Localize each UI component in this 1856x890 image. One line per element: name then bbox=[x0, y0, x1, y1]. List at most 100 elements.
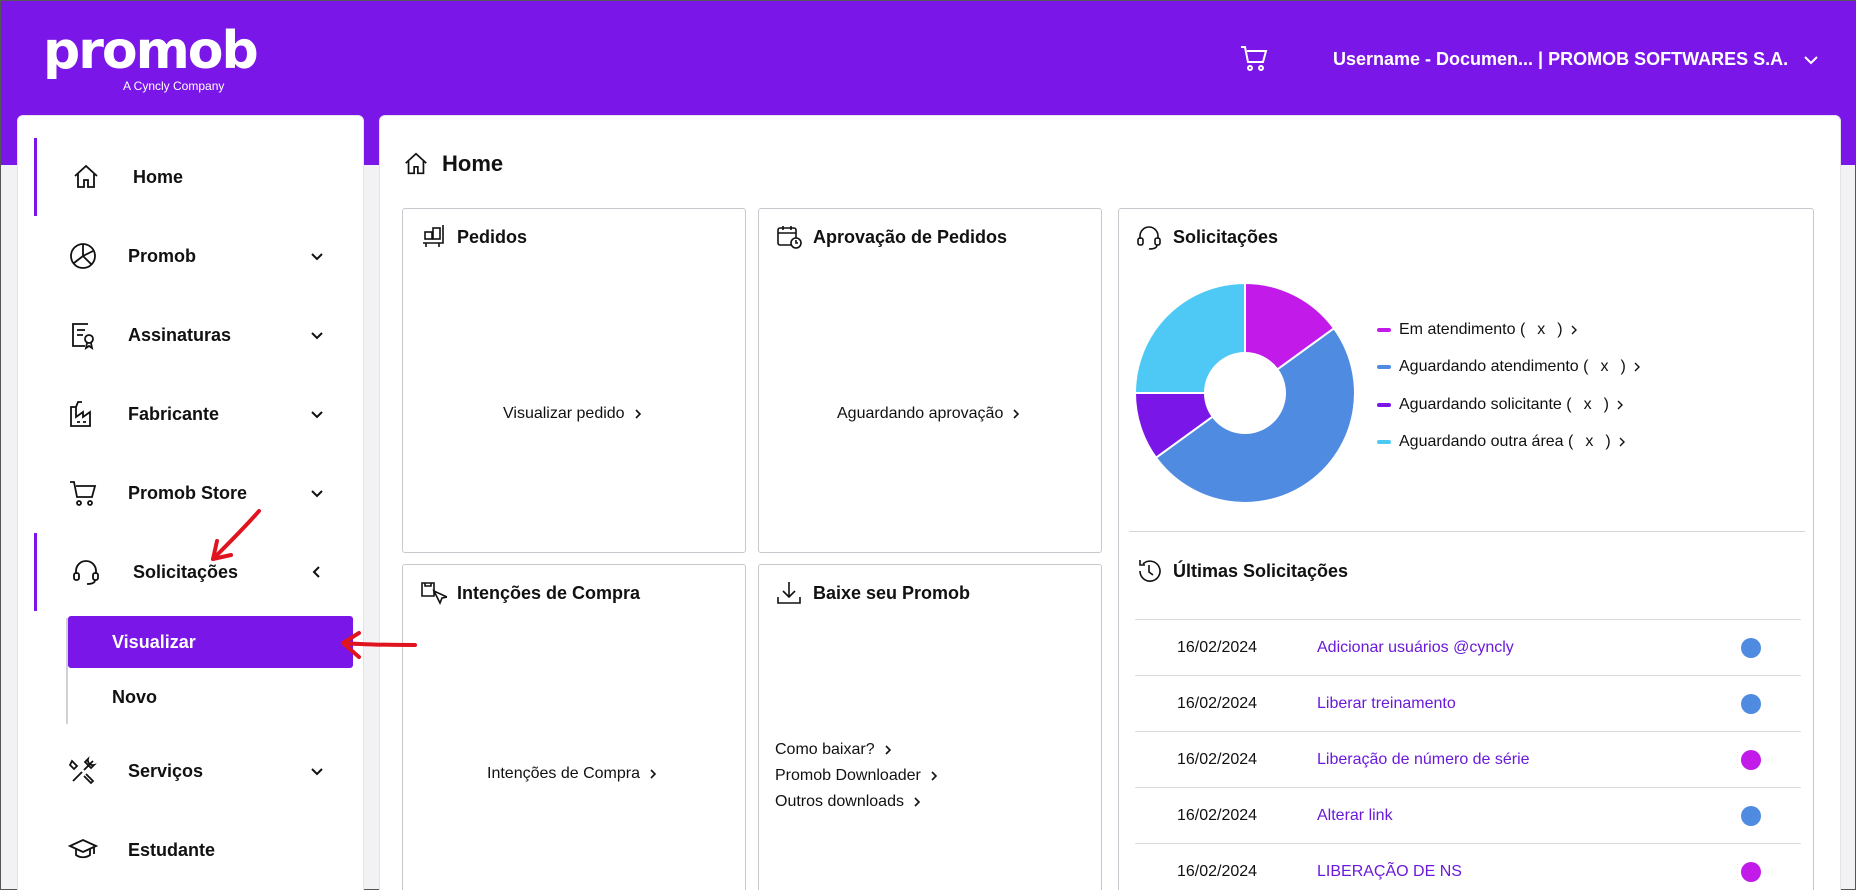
legend-close-paren: ) bbox=[1557, 321, 1563, 338]
table-row[interactable]: 16/02/2024 Adicionar usuários @cyncly bbox=[1135, 619, 1801, 675]
table-row[interactable]: 16/02/2024 Alterar link bbox=[1135, 787, 1801, 843]
legend-label: Em atendimento ( bbox=[1399, 321, 1526, 338]
legend-swatch bbox=[1377, 403, 1391, 407]
chevron-down-icon bbox=[1804, 55, 1818, 64]
headset-icon bbox=[73, 560, 99, 585]
row-title-link[interactable]: Alterar link bbox=[1317, 807, 1393, 825]
legend-label: Aguardando outra área ( bbox=[1399, 433, 1574, 450]
chevron-down-icon bbox=[311, 490, 323, 498]
sidebar-item-promob-store[interactable]: Promob Store bbox=[34, 454, 349, 532]
sidebar: Home Promob Assinaturas Fabricante Promo… bbox=[17, 115, 364, 890]
chevron-right-icon bbox=[1619, 437, 1625, 447]
card-title: Aprovação de Pedidos bbox=[813, 226, 1008, 247]
download-icon bbox=[777, 582, 801, 604]
sidebar-item-label: Fabricante bbox=[128, 403, 220, 424]
legend-em-atendimento[interactable]: Em atendimento ( x ) bbox=[1377, 321, 1579, 339]
legend-swatch bbox=[1377, 440, 1391, 444]
link-label: Como baixar? bbox=[775, 741, 875, 758]
status-dot bbox=[1741, 693, 1761, 714]
main-panel: Home Pedidos Visualizar pedido Aprovação… bbox=[379, 115, 1841, 890]
legend-count: x bbox=[1585, 433, 1594, 450]
sidebar-item-assinaturas[interactable]: Assinaturas bbox=[34, 296, 349, 374]
card-header: Aprovação de Pedidos bbox=[775, 223, 1007, 251]
card-header: Baixe seu Promob bbox=[775, 579, 970, 607]
row-title-link[interactable]: LIBERAÇÃO DE NS bbox=[1317, 863, 1462, 881]
row-title-link[interactable]: Liberação de número de série bbox=[1317, 751, 1530, 769]
card-header: Intenções de Compra bbox=[419, 579, 640, 607]
card-title: Pedidos bbox=[457, 226, 528, 247]
chevron-right-icon bbox=[931, 771, 937, 781]
pie-slice-aguardando-outra-rea[interactable] bbox=[1135, 283, 1246, 394]
table-row[interactable]: 16/02/2024 Liberar treinamento bbox=[1135, 675, 1801, 731]
chevron-right-icon bbox=[1634, 362, 1640, 372]
headset-icon bbox=[1137, 226, 1161, 250]
card-title: Intenções de Compra bbox=[457, 582, 641, 603]
row-date: 16/02/2024 bbox=[1177, 638, 1258, 656]
row-date: 16/02/2024 bbox=[1177, 694, 1258, 712]
legend-aguardando-solicitante[interactable]: Aguardando solicitante ( x ) bbox=[1377, 396, 1625, 414]
cart-icon[interactable] bbox=[1239, 43, 1269, 73]
user-menu[interactable]: Username - Documen... | PROMOB SOFTWARES… bbox=[1333, 49, 1820, 70]
sidebar-item-label: Promob bbox=[128, 245, 197, 266]
legend-label: Aguardando solicitante ( bbox=[1399, 396, 1572, 413]
card-baixe-promob: Baixe seu Promob Como baixar? Promob Dow… bbox=[758, 564, 1102, 890]
card-title: Solicitações bbox=[1173, 226, 1279, 247]
promob-logo[interactable]: promob A Cyncly Company bbox=[43, 21, 259, 93]
legend-count: x bbox=[1583, 396, 1592, 413]
link-label: Promob Downloader bbox=[775, 767, 921, 784]
row-date: 16/02/2024 bbox=[1177, 862, 1258, 880]
card-header: Solicitações bbox=[1135, 223, 1278, 251]
submenu-item-visualizar[interactable]: Visualizar bbox=[68, 616, 353, 668]
link-label: Outros downloads bbox=[775, 793, 904, 810]
sidebar-item-promob[interactable]: Promob bbox=[34, 217, 349, 295]
legend-aguardando-atendimento[interactable]: Aguardando atendimento ( x ) bbox=[1377, 358, 1642, 376]
submenu-item-novo[interactable]: Novo bbox=[68, 671, 353, 723]
sidebar-item-label: Promob Store bbox=[128, 482, 248, 503]
link-label: Aguardando aprovação bbox=[837, 405, 1004, 422]
cart-boxes-icon bbox=[423, 225, 444, 247]
outros-downloads-link[interactable]: Outros downloads bbox=[775, 793, 922, 811]
card-intencoes-compra: Intenções de Compra Intenções de Compra bbox=[402, 564, 746, 890]
history-icon bbox=[1139, 560, 1161, 582]
row-title-link[interactable]: Liberar treinamento bbox=[1317, 695, 1456, 713]
visualizar-pedido-link[interactable]: Visualizar pedido bbox=[503, 405, 643, 423]
sidebar-item-home[interactable]: Home bbox=[34, 138, 349, 216]
sidebar-item-servicos[interactable]: Serviços bbox=[34, 732, 349, 810]
tools-icon bbox=[68, 756, 97, 785]
sidebar-item-label: Estudante bbox=[128, 839, 216, 860]
card-pedidos: Pedidos Visualizar pedido bbox=[402, 208, 746, 553]
table-row[interactable]: 16/02/2024 LIBERAÇÃO DE NS bbox=[1135, 843, 1801, 890]
chevron-right-icon bbox=[650, 769, 657, 779]
logo-tagline: A Cyncly Company bbox=[123, 79, 225, 93]
cart-icon bbox=[70, 481, 97, 506]
sidebar-item-fabricante[interactable]: Fabricante bbox=[34, 375, 349, 453]
chevron-down-icon bbox=[311, 253, 323, 261]
intencoes-compra-link[interactable]: Intenções de Compra bbox=[487, 765, 658, 783]
sidebar-item-solicitacoes[interactable]: Solicitações bbox=[34, 533, 349, 611]
chevron-right-icon bbox=[1013, 409, 1020, 419]
row-title-link[interactable]: Adicionar usuários @cyncly bbox=[1317, 639, 1514, 657]
link-label: Intenções de Compra bbox=[487, 765, 640, 782]
recent-title: Últimas Solicitações bbox=[1173, 560, 1349, 581]
legend-aguardando-outra-area[interactable]: Aguardando outra área ( x ) bbox=[1377, 433, 1627, 451]
legend-close-paren: ) bbox=[1620, 358, 1626, 375]
chevron-down-icon bbox=[311, 768, 323, 776]
card-aprovacao-pedidos: Aprovação de Pedidos Aguardando aprovaçã… bbox=[758, 208, 1102, 553]
aguardando-aprovacao-link[interactable]: Aguardando aprovação bbox=[837, 405, 1021, 423]
card-title: Baixe seu Promob bbox=[813, 582, 971, 603]
sidebar-item-estudante[interactable]: Estudante bbox=[34, 811, 349, 889]
table-row[interactable]: 16/02/2024 Liberação de número de série bbox=[1135, 731, 1801, 787]
sidebar-item-label: Home bbox=[133, 166, 184, 187]
status-dot bbox=[1741, 861, 1761, 882]
logo-wordmark: promob bbox=[43, 21, 259, 81]
chevron-down-icon bbox=[311, 332, 323, 340]
solicitacoes-donut-chart bbox=[1135, 283, 1355, 503]
home-icon bbox=[74, 164, 98, 188]
document-badge-icon bbox=[72, 323, 94, 350]
chevron-right-icon bbox=[885, 745, 891, 755]
como-baixar-link[interactable]: Como baixar? bbox=[775, 741, 893, 759]
status-dot bbox=[1741, 749, 1761, 770]
promob-downloader-link[interactable]: Promob Downloader bbox=[775, 767, 939, 785]
factory-icon bbox=[70, 401, 91, 427]
chevron-left-icon bbox=[312, 566, 320, 578]
